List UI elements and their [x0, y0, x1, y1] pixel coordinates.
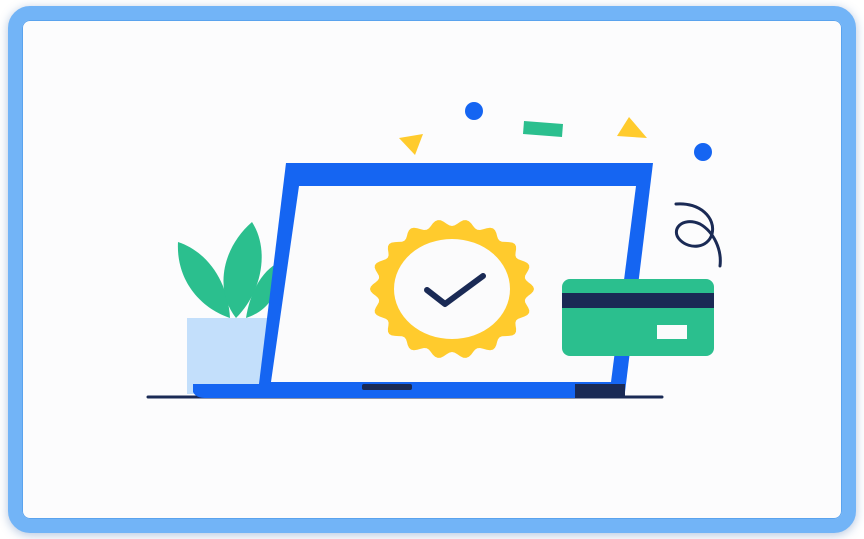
card-chip-label [657, 325, 687, 339]
card-stripe [562, 293, 714, 308]
laptop-base-shadow [575, 384, 625, 398]
confetti-rect-green [523, 121, 563, 137]
plant-leaf-left [177, 242, 230, 318]
credit-card-icon [562, 279, 714, 356]
card-body [562, 279, 714, 356]
payment-success-illustration [146, 102, 722, 399]
confetti-dot-top [465, 102, 483, 120]
badge-center [394, 239, 510, 339]
confetti-triangle-right [617, 117, 647, 138]
laptop-notch [362, 384, 412, 390]
confetti-triangle-left [399, 134, 423, 155]
confetti-dot-right [694, 143, 712, 161]
confetti-icon [399, 102, 712, 161]
swirl-icon [674, 202, 722, 268]
